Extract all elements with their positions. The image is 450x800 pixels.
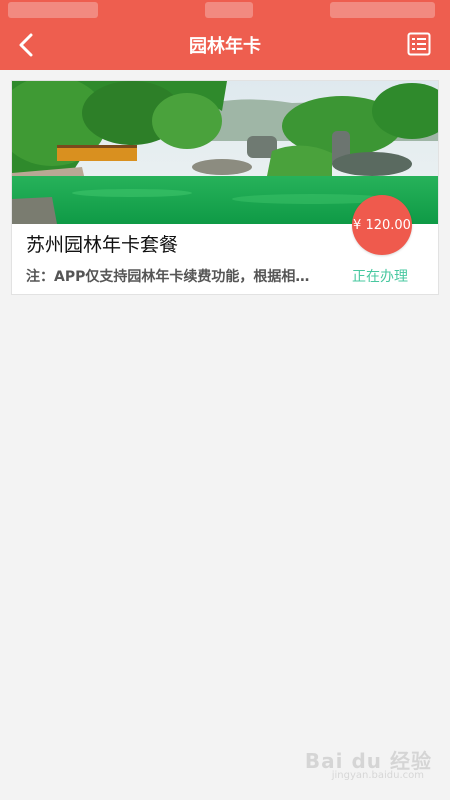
status-bar-blurred-center xyxy=(205,2,253,18)
watermark-url: jingyan.baidu.com xyxy=(331,770,424,781)
status-label[interactable]: 正在办理 xyxy=(352,267,408,287)
price-badge: ¥ 120.00 xyxy=(352,195,412,255)
status-bar-blurred-right xyxy=(330,2,435,18)
status-bar xyxy=(0,0,450,22)
status-bar-blurred-left xyxy=(8,2,98,18)
page-title: 园林年卡 xyxy=(189,36,261,57)
garden-card-package[interactable]: ¥ 120.00 苏州园林年卡套餐 注：APP仅支持园林年卡续费功能，根据相… … xyxy=(11,80,439,295)
order-list-button[interactable] xyxy=(406,32,432,60)
list-icon xyxy=(407,32,431,60)
header-bar: 园林年卡 xyxy=(0,0,450,70)
card-title: 苏州园林年卡套餐 xyxy=(26,234,179,256)
card-note: 注：APP仅支持园林年卡续费功能，根据相… xyxy=(26,269,310,285)
